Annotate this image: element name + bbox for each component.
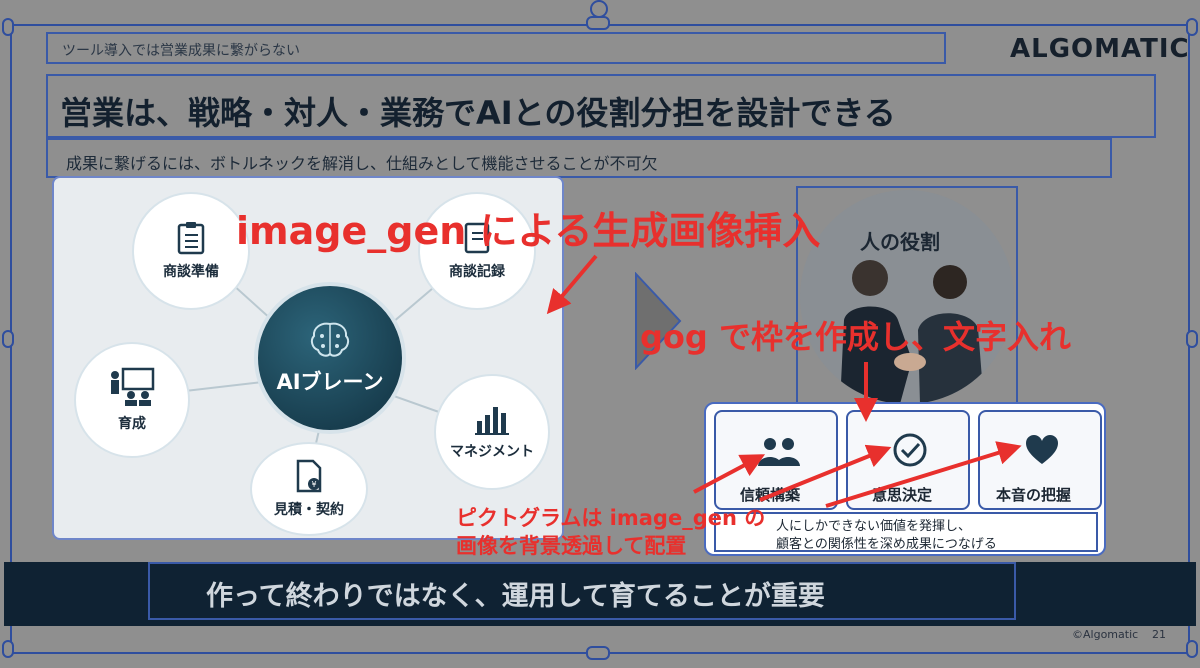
annotation-pictogram-line2: 画像を背景透過して配置 (456, 534, 687, 558)
annotation-gog: gog で枠を作成し、文字入れ (640, 318, 1071, 356)
annotation-image-gen: image_gen による生成画像挿入 (236, 209, 821, 253)
annotation-pictogram-line1: ピクトグラムは image_gen の (456, 506, 766, 530)
